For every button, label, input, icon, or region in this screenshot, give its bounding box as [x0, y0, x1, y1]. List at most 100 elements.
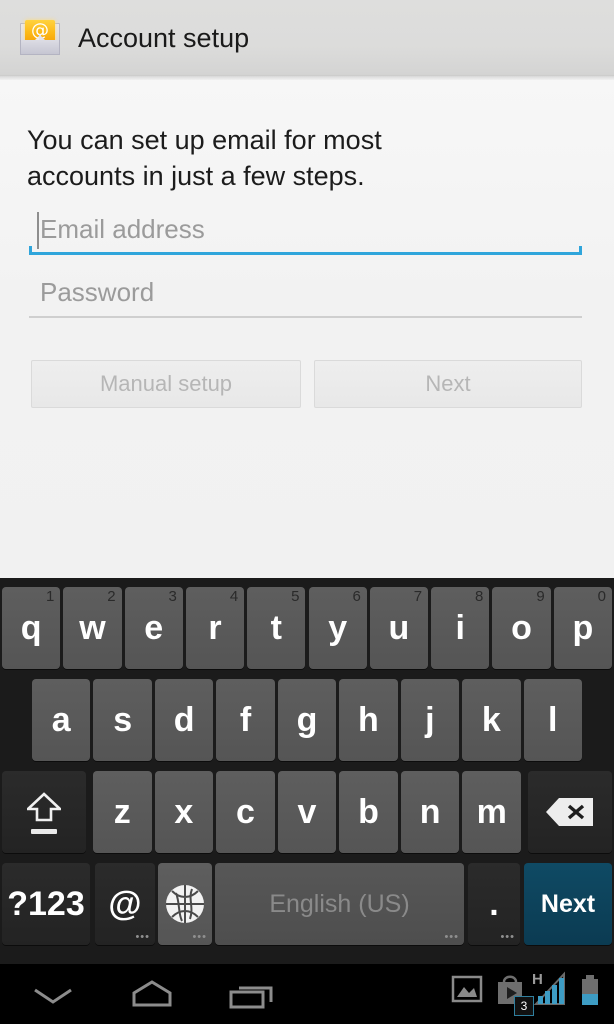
key-label: w: [79, 609, 106, 647]
keyboard-row-2: asdfghjkl: [0, 679, 614, 761]
key-label: k: [481, 701, 501, 739]
key-label: English (US): [269, 890, 410, 918]
key-number-hint: 1: [45, 588, 55, 605]
key-u[interactable]: u7: [369, 587, 429, 669]
key-label: b: [358, 793, 379, 831]
key-label: e: [144, 609, 164, 647]
key-label: f: [239, 701, 252, 739]
key-label: m: [476, 793, 507, 831]
play-store-badge: 3: [514, 996, 534, 1016]
password-field-underline: [29, 316, 582, 318]
android-email-setup-screen: @ Account setup You can set up email for…: [0, 0, 614, 1024]
key-n[interactable]: n: [400, 771, 460, 853]
key-o[interactable]: o9: [492, 587, 551, 669]
keyboard-row-3: z x c v b nm: [0, 771, 614, 853]
key-label: j: [425, 701, 435, 739]
key-w[interactable]: w2: [63, 587, 122, 669]
key-number-hint: 4: [229, 588, 239, 605]
key-label: ?123: [7, 885, 85, 923]
shift-key[interactable]: [2, 771, 86, 853]
key-g[interactable]: g: [277, 679, 337, 761]
email-address-placeholder: Email address: [40, 214, 205, 244]
key-x[interactable]: x: [154, 771, 214, 853]
home-icon[interactable]: [110, 964, 194, 1024]
backspace-icon: [546, 798, 593, 826]
key-longpress-hint: •••: [192, 931, 207, 943]
key-r[interactable]: r4: [185, 587, 245, 669]
on-screen-keyboard: q1w2e3r4t5y6u7i8o9p0 asdfghjkl zxcvbnm ?…: [0, 578, 614, 964]
play-store-icon: 3: [492, 964, 534, 1024]
key-a[interactable]: a: [32, 679, 91, 761]
key-label: i: [455, 609, 465, 647]
key-h[interactable]: h: [339, 679, 398, 761]
key-label: x: [174, 793, 194, 831]
key-label: d: [173, 701, 195, 739]
key-label: g: [296, 701, 318, 739]
key-label: r: [208, 609, 222, 647]
manual-setup-button[interactable]: Manual setup: [31, 360, 301, 408]
key-m[interactable]: m: [462, 771, 521, 853]
envelope-front: [20, 40, 60, 55]
key-j[interactable]: j: [400, 679, 460, 761]
key-label: v: [297, 793, 317, 831]
key-k[interactable]: k: [462, 679, 521, 761]
key-number-hint: 9: [536, 588, 545, 605]
key-longpress-hint: •••: [444, 931, 459, 943]
key-label: a: [51, 701, 71, 739]
key-s[interactable]: s: [93, 679, 152, 761]
key-number-hint: 2: [107, 588, 116, 605]
key-label: t: [270, 609, 282, 647]
key-number-hint: 3: [168, 588, 177, 605]
key-label: @: [108, 885, 142, 923]
key-t[interactable]: t5: [247, 587, 306, 669]
image-icon: [450, 964, 484, 1024]
symbols-key[interactable]: ?123: [2, 863, 90, 945]
key-label: Next: [540, 890, 596, 918]
setup-form: You can set up email for most accounts i…: [0, 80, 614, 575]
key-number-hint: 0: [597, 588, 606, 605]
navigation-bar: 3 H: [0, 964, 614, 1024]
space-key[interactable]: English (US) •••: [215, 863, 464, 945]
key-p[interactable]: p0: [553, 587, 612, 669]
backspace-key[interactable]: [528, 771, 612, 853]
key-label: z: [113, 793, 131, 831]
keyboard-next-action-key[interactable]: Next: [524, 863, 612, 945]
intro-text: You can set up email for most accounts i…: [27, 125, 382, 191]
key-number-hint: 8: [475, 588, 484, 605]
email-underline-tick-left: [29, 246, 32, 255]
language-switch-key[interactable]: •••: [158, 863, 212, 945]
key-f[interactable]: f: [216, 679, 275, 761]
key-label: s: [113, 701, 133, 739]
email-underline-tick-right: [579, 246, 582, 255]
key-e[interactable]: e3: [124, 587, 183, 669]
password-field[interactable]: Password: [29, 270, 582, 322]
at-key[interactable]: @ •••: [95, 863, 155, 945]
next-button[interactable]: Next: [314, 360, 582, 408]
key-b[interactable]: b: [339, 771, 398, 853]
key-d[interactable]: d: [154, 679, 214, 761]
shift-arrow-icon: [27, 792, 61, 822]
key-number-hint: 6: [352, 588, 361, 605]
period-key[interactable]: . •••: [468, 863, 520, 945]
hide-keyboard-icon[interactable]: [11, 964, 95, 1024]
key-number-hint: 7: [413, 588, 423, 605]
key-q[interactable]: q1: [2, 587, 61, 669]
key-z[interactable]: z: [93, 771, 152, 853]
key-label: .: [489, 885, 499, 923]
key-label: c: [235, 793, 255, 831]
keyboard-row-1: q1w2e3r4t5y6u7i8o9p0: [0, 587, 614, 669]
recent-apps-icon[interactable]: [209, 964, 293, 1024]
key-y[interactable]: y6: [308, 587, 367, 669]
battery-icon: [578, 964, 604, 1024]
key-l[interactable]: l: [523, 679, 582, 761]
page-title: Account setup: [78, 22, 250, 53]
key-i[interactable]: i8: [431, 587, 490, 669]
key-c[interactable]: c: [216, 771, 275, 853]
email-address-field[interactable]: Email address: [29, 207, 582, 259]
key-label: h: [358, 701, 379, 739]
key-v[interactable]: v: [277, 771, 337, 853]
key-label: o: [511, 609, 532, 647]
action-bar: @ Account setup: [0, 0, 614, 76]
key-label: y: [328, 609, 348, 647]
key-label: l: [548, 701, 558, 739]
